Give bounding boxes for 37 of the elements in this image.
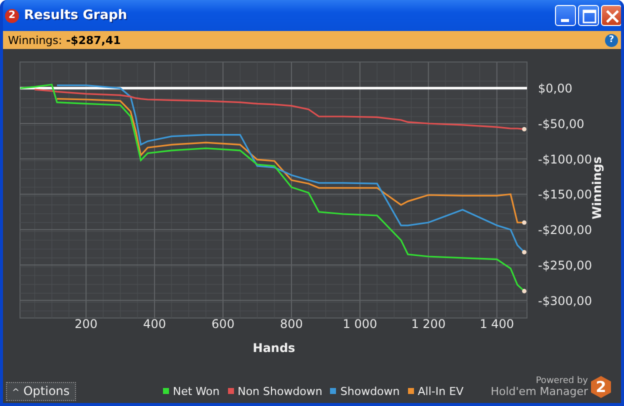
options-button[interactable]: ^ Options [6, 382, 76, 400]
minimize-button[interactable] [555, 5, 576, 26]
window-title: Results Graph [24, 8, 128, 23]
y-axis-title: Winnings [590, 156, 604, 220]
end-point [522, 126, 526, 132]
x-tick-label: 800 [280, 317, 303, 331]
x-tick-label: 600 [212, 317, 234, 331]
x-tick-label: 400 [143, 317, 166, 331]
brand-logo: 2 [591, 376, 611, 398]
app-icon: 2 [5, 8, 19, 22]
winnings-label: Winnings: [8, 34, 62, 46]
powered-by-text: Powered by [536, 376, 588, 386]
x-tick-label: 1 400 [480, 317, 514, 331]
minimize-icon [561, 19, 569, 22]
legend-label: Non Showdown [238, 384, 322, 398]
maximize-button[interactable] [578, 5, 599, 26]
y-tick-label: -$150,00 [538, 188, 592, 202]
x-tick-label: 1 200 [411, 317, 446, 331]
brand-name: Hold'em Manager [490, 386, 588, 398]
x-tick-label: 200 [74, 317, 98, 331]
y-tick-label: -$200,00 [538, 223, 592, 238]
y-tick-label: -$100,00 [538, 152, 592, 166]
y-tick-label: $0,00 [538, 82, 572, 96]
help-button[interactable]: ? [605, 34, 618, 46]
winnings-value: -$287,41 [66, 34, 122, 46]
y-tick-label: -$250,00 [538, 258, 592, 272]
legend-label: Showdown [340, 384, 400, 398]
y-tick-label: -$50,00 [538, 117, 584, 132]
end-point [522, 250, 526, 254]
legend-label: All-In EV [418, 384, 464, 398]
x-tick-label: 1 000 [342, 317, 378, 331]
end-point [522, 288, 526, 294]
end-point [522, 220, 526, 225]
y-tick-label: -$300,00 [538, 294, 592, 308]
legend-label: Net Won [172, 384, 220, 398]
x-axis-title: Hands [252, 341, 296, 355]
close-button[interactable] [601, 5, 621, 26]
